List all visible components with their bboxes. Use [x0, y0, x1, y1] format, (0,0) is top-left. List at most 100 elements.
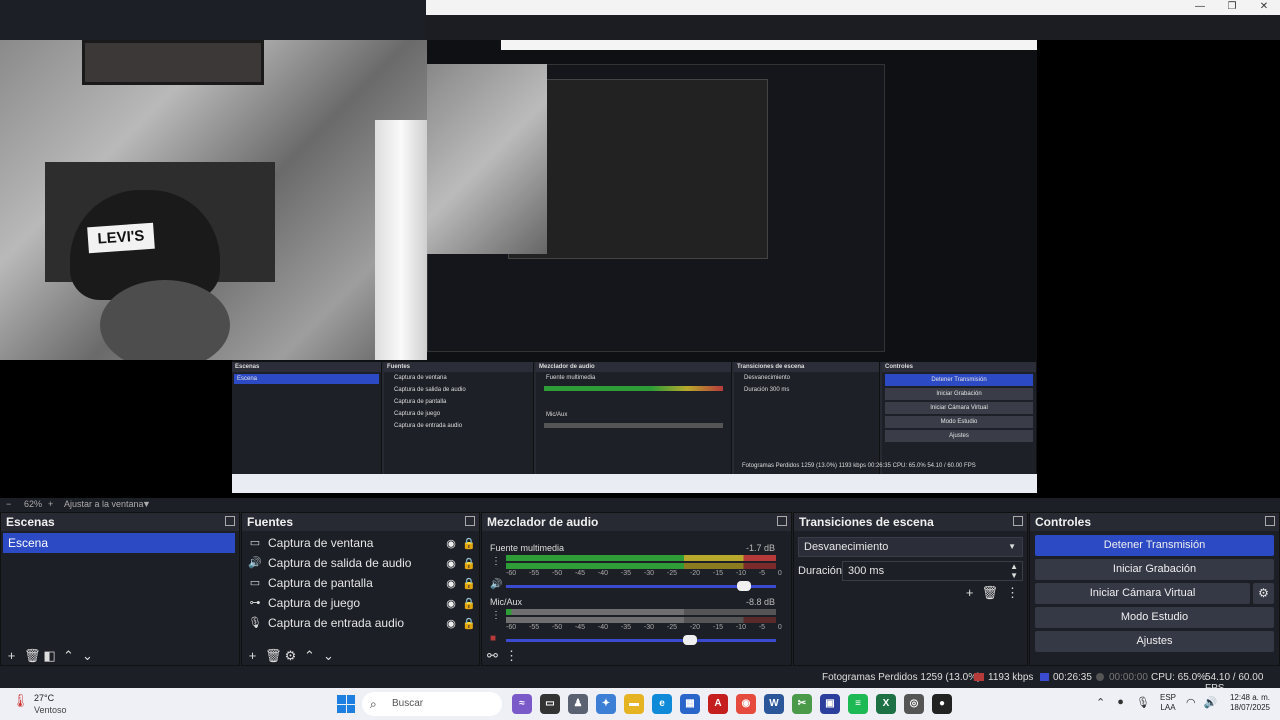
start-button[interactable] [337, 695, 355, 713]
transition-select[interactable]: Desvanecimiento ▼ [798, 537, 1023, 557]
add-icon[interactable]: + [5, 649, 18, 662]
app-icon[interactable]: ▣ [820, 694, 840, 714]
meter-tick-label: -40 [597, 570, 609, 577]
weather-icon[interactable]: 🌡 [12, 693, 29, 709]
widgets-icon[interactable]: ≈ [512, 694, 532, 714]
filter-icon[interactable]: ◧ [43, 649, 56, 662]
trash-icon[interactable]: 🗑 [981, 585, 998, 601]
move-up-icon[interactable]: ⌃ [303, 649, 316, 662]
nested-scenes-dock: Escenas Escena [232, 362, 382, 474]
link-icon[interactable]: ⚯ [486, 649, 499, 662]
minimize-button[interactable]: — [1186, 0, 1214, 15]
chevron-up-icon[interactable]: ⌃ [1096, 696, 1105, 709]
lock-icon[interactable]: 🔒 [461, 537, 477, 550]
gear-icon[interactable]: ⚙ [1253, 583, 1274, 604]
undock-icon[interactable] [1265, 516, 1275, 526]
taskbar-search[interactable]: ⌕ Buscar [362, 692, 502, 716]
undock-icon[interactable] [777, 516, 787, 526]
volume-icon[interactable]: 🔊 [1204, 696, 1218, 709]
start-virtual-camera-button[interactable]: Iniciar Cámara Virtual [1035, 583, 1250, 604]
studio-mode-button[interactable]: Modo Estudio [1035, 607, 1274, 628]
source-row[interactable]: ▭ Captura de ventana ◉ 🔒 [242, 533, 479, 553]
add-icon[interactable]: + [246, 649, 259, 662]
word-icon[interactable]: W [764, 694, 784, 714]
menu-icon[interactable]: ⋮ [1006, 585, 1019, 601]
settings-button[interactable]: Ajustes [1035, 631, 1274, 652]
snipping-tool-icon[interactable]: ✂ [792, 694, 812, 714]
eye-icon[interactable]: ◉ [443, 577, 459, 590]
excel-icon[interactable]: X [876, 694, 896, 714]
undock-icon[interactable] [225, 516, 235, 526]
undock-icon[interactable] [1013, 516, 1023, 526]
weather-desc[interactable]: Ventoso [34, 705, 67, 715]
acrobat-icon[interactable]: A [708, 694, 728, 714]
source-row[interactable]: ▭ Captura de pantalla ◉ 🔒 [242, 573, 479, 593]
trash-icon[interactable]: 🗑 [24, 649, 41, 662]
menu-icon[interactable]: ⋮ [505, 649, 518, 662]
preview-canvas[interactable]: Escenas Escena Fuentes Captura de ventan… [0, 40, 1280, 498]
edge-icon[interactable]: e [652, 694, 672, 714]
obs-icon[interactable]: ● [932, 694, 952, 714]
eye-icon[interactable]: ◉ [443, 597, 459, 610]
microphone-icon[interactable]: 🎙 [1136, 696, 1150, 709]
eye-icon[interactable]: ◉ [443, 537, 459, 550]
trash-icon[interactable]: 🗑 [265, 649, 282, 662]
volume-knob[interactable] [682, 635, 697, 645]
discord-icon[interactable]: ◎ [904, 694, 924, 714]
spin-arrows-icon[interactable]: ▲ ▼ [1010, 562, 1018, 580]
eye-icon[interactable]: ◉ [443, 617, 459, 630]
speaker-icon[interactable]: 🔊 [490, 579, 502, 591]
nested-source-row: Captura de juego [394, 411, 441, 417]
copilot-icon[interactable]: ✦ [596, 694, 616, 714]
zoom-out-button[interactable]: − [6, 499, 11, 509]
stop-stream-button[interactable]: Detener Transmisión [1035, 535, 1274, 556]
spotify-icon[interactable]: ≡ [848, 694, 868, 714]
source-row[interactable]: 🔊 Captura de salida de audio ◉ 🔒 [242, 553, 479, 573]
chrome-icon[interactable]: ◉ [736, 694, 756, 714]
store-icon[interactable]: ▦ [680, 694, 700, 714]
move-down-icon[interactable]: ⌄ [81, 649, 94, 662]
task-view-icon[interactable]: ▭ [540, 694, 560, 714]
language-indicator[interactable]: ESP LAA [1160, 693, 1176, 713]
windows-taskbar: 🌡 27°C Ventoso ⌕ Buscar ≈ ▭ ♟ ✦ ▬ e ▦ A … [0, 688, 1280, 720]
gear-icon[interactable]: ⚙ [284, 649, 297, 662]
volume-slider[interactable] [506, 635, 776, 645]
stream-time: 00:26:35 [1053, 672, 1092, 683]
lock-icon[interactable]: 🔒 [461, 617, 477, 630]
start-recording-button[interactable]: Iniciar Grabación [1035, 559, 1274, 580]
app-icon[interactable]: ♟ [568, 694, 588, 714]
source-row[interactable]: ⊶ Captura de juego ◉ 🔒 [242, 593, 479, 613]
taskbar-clock[interactable]: 12:48 a. m. 18/07/2025 [1226, 693, 1270, 713]
nested-scenes-title: Escenas [232, 362, 381, 372]
file-explorer-icon[interactable]: ▬ [624, 694, 644, 714]
undock-icon[interactable] [465, 516, 475, 526]
window-icon: ▭ [249, 537, 261, 549]
maximize-button[interactable]: ❐ [1218, 0, 1246, 15]
add-icon[interactable]: + [966, 585, 974, 601]
move-down-icon[interactable]: ⌄ [322, 649, 335, 662]
channel-menu-icon[interactable]: ⋮ [491, 556, 501, 567]
close-button[interactable]: ✕ [1250, 0, 1278, 15]
volume-slider[interactable] [506, 581, 776, 591]
meter-ticks: -60 -55 -50 -45 -40 -35 -30 -25 -20 -15 -10 -5 0 [506, 570, 782, 577]
wifi-icon[interactable]: ◠ [1186, 696, 1196, 709]
weather-temp[interactable]: 27°C [34, 693, 54, 703]
lock-icon[interactable]: 🔒 [461, 557, 477, 570]
zoom-menu-caret[interactable]: ▼ [142, 499, 151, 509]
muted-speaker-icon[interactable]: ■ [490, 633, 502, 645]
nested-mixer-title: Mezclador de audio [536, 362, 731, 372]
volume-knob[interactable] [736, 581, 751, 591]
move-up-icon[interactable]: ⌃ [62, 649, 75, 662]
window-titlebar: — ❐ ✕ [426, 0, 1280, 15]
scene-item[interactable]: Escena [3, 533, 235, 553]
channel-menu-icon[interactable]: ⋮ [491, 610, 501, 621]
lock-icon[interactable]: 🔒 [461, 577, 477, 590]
eye-icon[interactable]: ◉ [443, 557, 459, 570]
transition-tools: + 🗑 ⋮ [966, 585, 1019, 601]
source-row[interactable]: 🎙 Captura de entrada audio ◉ 🔒 [242, 613, 479, 633]
meter-tick-label: -10 [735, 624, 746, 631]
tray-app-icon[interactable]: ● [1117, 696, 1124, 709]
zoom-in-button[interactable]: + [48, 499, 53, 509]
lock-icon[interactable]: 🔒 [461, 597, 477, 610]
duration-field[interactable]: 300 ms ▲ ▼ [842, 561, 1023, 581]
